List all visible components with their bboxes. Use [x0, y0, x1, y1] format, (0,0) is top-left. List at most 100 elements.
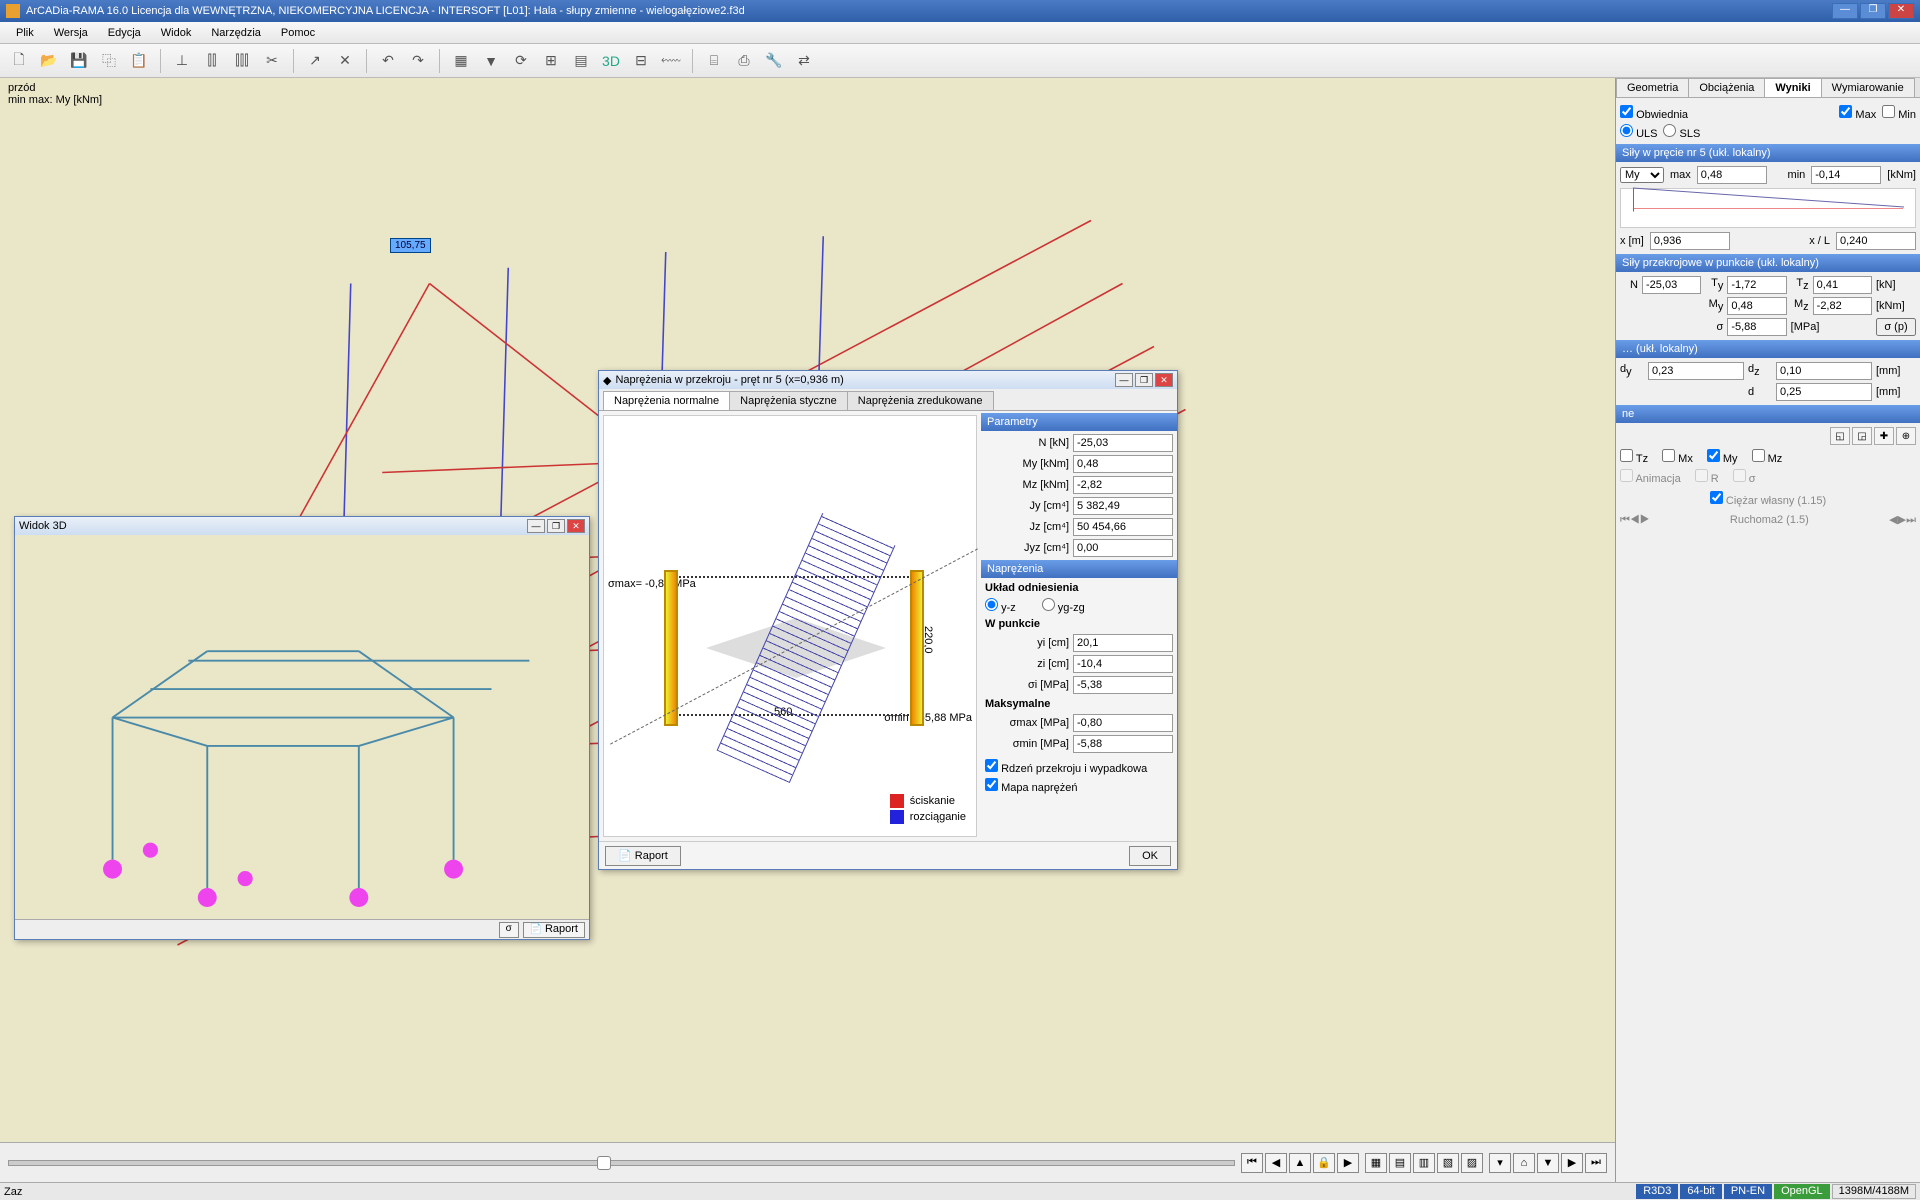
- cb-Tz[interactable]: Tz: [1620, 449, 1648, 465]
- menu-plik[interactable]: Plik: [6, 25, 44, 41]
- nav-next-icon[interactable]: ▶: [1337, 1153, 1359, 1173]
- ruchoma-nav-right-icon[interactable]: ◀▶⏭: [1889, 513, 1916, 527]
- ref-yz-radio[interactable]: y-z: [985, 598, 1016, 614]
- force-diagram[interactable]: [1620, 188, 1916, 228]
- menu-wersja[interactable]: Wersja: [44, 25, 98, 41]
- grid-icon[interactable]: ▦: [448, 48, 474, 74]
- window-3d-titlebar[interactable]: Widok 3D — ❐ ✕: [15, 517, 589, 535]
- tab-normal-stress[interactable]: Naprężenia normalne: [603, 391, 730, 410]
- dlg-close-button[interactable]: ✕: [1155, 373, 1173, 387]
- nav-last-icon[interactable]: ⏭: [1585, 1153, 1607, 1173]
- core-checkbox[interactable]: Rdzeń przekroju i wypadkowa: [985, 759, 1147, 775]
- view-3d-canvas[interactable]: [15, 535, 589, 919]
- nav-down2-icon[interactable]: ▼: [1537, 1153, 1559, 1173]
- My-input[interactable]: [1727, 297, 1786, 315]
- sls-radio[interactable]: SLS: [1663, 124, 1700, 140]
- param-My-input[interactable]: [1073, 455, 1173, 473]
- sigma-p-button[interactable]: σ (p): [1876, 318, 1916, 336]
- menu-edycja[interactable]: Edycja: [98, 25, 151, 41]
- tab-obciazenia[interactable]: Obciążenia: [1688, 78, 1765, 97]
- xm-input[interactable]: [1650, 232, 1730, 250]
- force-component-select[interactable]: My: [1620, 167, 1664, 183]
- maximize-button[interactable]: ❐: [1860, 3, 1886, 19]
- filter-icon[interactable]: ▼: [478, 48, 504, 74]
- dz-input[interactable]: [1776, 362, 1872, 380]
- view-grid4-icon[interactable]: ▧: [1437, 1153, 1459, 1173]
- slider-thumb[interactable]: [597, 1156, 611, 1170]
- pt-si-input[interactable]: [1073, 676, 1173, 694]
- win3d-maximize-button[interactable]: ❐: [547, 519, 565, 533]
- report-icon[interactable]: ⎙: [731, 48, 757, 74]
- undo-icon[interactable]: ↶: [375, 48, 401, 74]
- dialog-stress-titlebar[interactable]: ◆ Naprężenia w przekroju - pręt nr 5 (x=…: [599, 371, 1177, 389]
- cb-animacja[interactable]: Animacja: [1620, 469, 1681, 485]
- stress-map-checkbox[interactable]: Mapa naprężeń: [985, 778, 1078, 794]
- xl-input[interactable]: [1836, 232, 1916, 250]
- paste-icon[interactable]: 📋: [126, 48, 152, 74]
- force-min-input[interactable]: [1811, 166, 1881, 184]
- beam-icon[interactable]: ⊥: [169, 48, 195, 74]
- settings-icon[interactable]: 🔧: [761, 48, 787, 74]
- param-N-input[interactable]: [1073, 434, 1173, 452]
- structural-canvas[interactable]: przód min max: My [kNm]: [0, 78, 1615, 1182]
- dlg-ok-button[interactable]: OK: [1129, 846, 1171, 866]
- close-button[interactable]: ✕: [1888, 3, 1914, 19]
- view-grid1-icon[interactable]: ▦: [1365, 1153, 1387, 1173]
- tab-geometria[interactable]: Geometria: [1616, 78, 1689, 97]
- anim-btn1-icon[interactable]: ◱: [1830, 427, 1850, 445]
- refresh-icon[interactable]: ⟳: [508, 48, 534, 74]
- cb-R[interactable]: R: [1695, 469, 1719, 485]
- nav-lock-icon[interactable]: 🔒: [1313, 1153, 1335, 1173]
- cb-ciezar[interactable]: Ciężar własny (1.15): [1710, 495, 1826, 507]
- obwiednia-checkbox[interactable]: Obwiednia: [1620, 105, 1688, 121]
- uls-radio[interactable]: ULS: [1620, 124, 1657, 140]
- win3d-sigma-button[interactable]: σ: [499, 922, 519, 938]
- ref-ygzg-radio[interactable]: yg-zg: [1042, 598, 1085, 614]
- min-checkbox[interactable]: Min: [1882, 105, 1916, 121]
- smin-input[interactable]: [1073, 735, 1173, 753]
- dlg-maximize-button[interactable]: ❐: [1135, 373, 1153, 387]
- Tz-input[interactable]: [1813, 276, 1872, 294]
- Ty-input[interactable]: [1727, 276, 1786, 294]
- time-slider[interactable]: [8, 1160, 1235, 1166]
- columns3-icon[interactable]: ⫿⫿⫿: [229, 48, 255, 74]
- param-Jyz-input[interactable]: [1073, 539, 1173, 557]
- param-Mz-input[interactable]: [1073, 476, 1173, 494]
- sheet-icon[interactable]: ▤: [568, 48, 594, 74]
- matrix-icon[interactable]: ⊟: [628, 48, 654, 74]
- win3d-minimize-button[interactable]: —: [527, 519, 545, 533]
- anim-btn2-icon[interactable]: ◲: [1852, 427, 1872, 445]
- menu-narzedzia[interactable]: Narzędzia: [201, 25, 271, 41]
- nav-prev-icon[interactable]: ◀: [1265, 1153, 1287, 1173]
- smax-input[interactable]: [1073, 714, 1173, 732]
- d-input[interactable]: [1776, 383, 1872, 401]
- force-max-input[interactable]: [1697, 166, 1767, 184]
- menu-pomoc[interactable]: Pomoc: [271, 25, 325, 41]
- cb-Mx[interactable]: Mx: [1662, 449, 1693, 465]
- nav-right-icon[interactable]: ▶: [1561, 1153, 1583, 1173]
- dy-input[interactable]: [1648, 362, 1744, 380]
- N-input[interactable]: [1642, 276, 1701, 294]
- view-grid2-icon[interactable]: ▤: [1389, 1153, 1411, 1173]
- delete-icon[interactable]: ✕: [332, 48, 358, 74]
- cb-sigma[interactable]: σ: [1733, 469, 1756, 485]
- tab-reduced-stress[interactable]: Naprężenia zredukowane: [847, 391, 994, 410]
- nav-first-icon[interactable]: ⏮: [1241, 1153, 1263, 1173]
- view-grid3-icon[interactable]: ▥: [1413, 1153, 1435, 1173]
- move-icon[interactable]: ↗: [302, 48, 328, 74]
- menu-widok[interactable]: Widok: [151, 25, 202, 41]
- sigma-input[interactable]: [1727, 318, 1786, 336]
- calc-icon[interactable]: ⌸: [701, 48, 727, 74]
- nav-home-icon[interactable]: ⌂: [1513, 1153, 1535, 1173]
- new-icon[interactable]: 🗋: [6, 48, 32, 74]
- win3d-raport-button[interactable]: 📄 Raport: [523, 922, 585, 938]
- pt-yi-input[interactable]: [1073, 634, 1173, 652]
- open-icon[interactable]: 📂: [36, 48, 62, 74]
- pt-zi-input[interactable]: [1073, 655, 1173, 673]
- Mz-input[interactable]: [1813, 297, 1872, 315]
- cb-My[interactable]: My: [1707, 449, 1738, 465]
- tab-shear-stress[interactable]: Naprężenia styczne: [729, 391, 848, 410]
- save-icon[interactable]: 💾: [66, 48, 92, 74]
- dlg-minimize-button[interactable]: —: [1115, 373, 1133, 387]
- tab-wyniki[interactable]: Wyniki: [1764, 78, 1821, 97]
